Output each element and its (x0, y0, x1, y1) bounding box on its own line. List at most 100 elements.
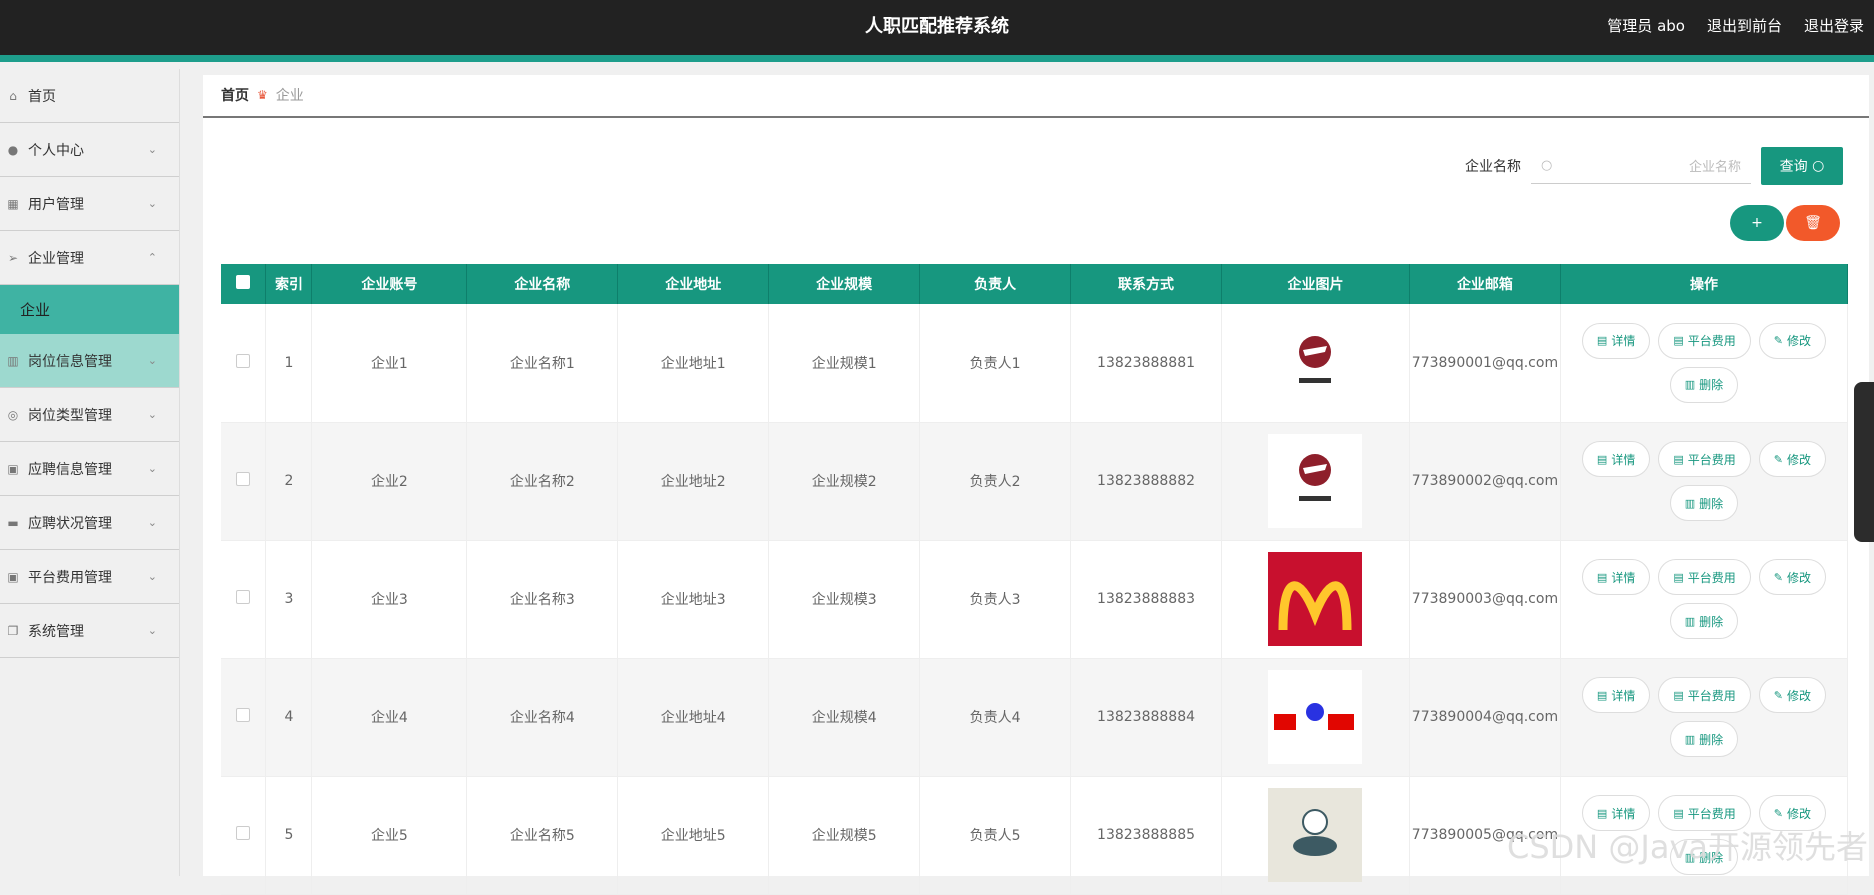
sidebar-item-label: 企业管理 (28, 248, 84, 268)
cell-logo (1222, 422, 1410, 540)
add-button[interactable]: + (1730, 205, 1784, 241)
detail-button[interactable]: ▤详情 (1582, 677, 1650, 713)
cell-email: 773890003@qq.com (1409, 540, 1560, 658)
detail-button[interactable]: ▤详情 (1582, 559, 1650, 595)
table-row: 3 企业3 企业名称3 企业地址3 企业规模3 负责人3 13823888883… (221, 540, 1848, 658)
fee-button[interactable]: ▤平台费用 (1658, 323, 1750, 359)
app-title: 人职匹配推荐系统 (0, 12, 1874, 38)
cell-name: 企业名称4 (467, 658, 618, 776)
document-icon: ▤ (1597, 453, 1607, 466)
select-all-header[interactable] (221, 264, 266, 304)
trash-icon: ▥ (1685, 733, 1695, 746)
row-actions: ▤详情 ▤平台费用 ✎修改 ▥删除 (1574, 323, 1834, 403)
row-checkbox[interactable] (236, 708, 250, 722)
document-icon: ▤ (1673, 334, 1683, 347)
cell-address: 企业地址2 (618, 422, 769, 540)
document-icon: ▤ (1597, 571, 1607, 584)
sidebar-subitem-enterprise[interactable]: 企业 (0, 285, 179, 334)
search-icon: ○ (1808, 158, 1825, 174)
sidebar-item-home[interactable]: ⌂ 首页 (0, 69, 179, 123)
cell-index: 5 (266, 776, 312, 894)
table-row: 1 企业1 企业名称1 企业地址1 企业规模1 负责人1 13823888881… (221, 304, 1848, 422)
grid-icon: ▦ (6, 197, 20, 211)
table-row: 2 企业2 企业名称2 企业地址2 企业规模2 负责人2 13823888882… (221, 422, 1848, 540)
sidebar-item-job-type[interactable]: ◎ 岗位类型管理 ⌄ (0, 388, 179, 442)
cell-index: 3 (266, 540, 312, 658)
cell-account: 企业4 (312, 658, 467, 776)
copy-icon: ❐ (6, 624, 20, 638)
search-input[interactable]: ○ 企业名称 (1531, 148, 1751, 184)
delete-button[interactable]: ▥删除 (1670, 367, 1738, 403)
enterprise-table: 索引 企业账号 企业名称 企业地址 企业规模 负责人 联系方式 企业图片 企业邮… (221, 264, 1848, 895)
cell-index: 4 (266, 658, 312, 776)
edit-button[interactable]: ✎修改 (1759, 441, 1826, 477)
delete-button[interactable]: ▥删除 (1670, 603, 1738, 639)
fee-button[interactable]: ▤平台费用 (1658, 559, 1750, 595)
cell-scale: 企业规模2 (769, 422, 920, 540)
fee-button[interactable]: ▤ 平台费用 (1658, 441, 1750, 477)
sidebar-item-enterprise[interactable]: ➢ 企业管理 ⌃ (0, 231, 179, 285)
delete-button[interactable]: ▥ 删除 (1670, 721, 1738, 757)
fee-label: 平台费用 (1688, 451, 1736, 468)
logout-link[interactable]: 退出登录 (1804, 15, 1864, 36)
search-placeholder: 企业名称 (1689, 156, 1741, 175)
admin-name: 管理员 abo (1607, 15, 1685, 36)
cell-ops: ▤ 详情 ▤ 平台费用 ✎修改 ▥删除 (1560, 422, 1847, 540)
row-checkbox[interactable] (236, 826, 250, 840)
delete-label: 删除 (1699, 495, 1723, 512)
sidebar-item-platform-fee[interactable]: ▣ 平台费用管理 ⌄ (0, 550, 179, 604)
detail-button[interactable]: ▤详情 (1582, 323, 1650, 359)
fee-button[interactable]: ▤平台费用 (1658, 677, 1750, 713)
edit-button[interactable]: ✎修改 (1759, 323, 1826, 359)
detail-label: 详情 (1611, 451, 1635, 468)
row-checkbox[interactable] (236, 354, 250, 368)
sidebar-item-system[interactable]: ❐ 系统管理 ⌄ (0, 604, 179, 658)
delete-button[interactable]: ▥删除 (1670, 485, 1738, 521)
cell-name: 企业名称3 (467, 540, 618, 658)
sidebar-item-label: 平台费用管理 (28, 567, 112, 587)
detail-label: 详情 (1611, 687, 1635, 704)
breadcrumb-current: 企业 (276, 85, 304, 105)
search-button[interactable]: 查询 ○ (1761, 147, 1843, 185)
tongjian-logo (1268, 434, 1362, 528)
cell-phone: 13823888885 (1071, 776, 1222, 894)
row-checkbox[interactable] (236, 590, 250, 604)
column-header: 企业地址 (618, 264, 769, 304)
sidebar-item-application-status[interactable]: ▬ 应聘状况管理 ⌄ (0, 496, 179, 550)
breadcrumb: 首页 ♛ 企业 (221, 85, 304, 105)
trash-icon: 🗑 (1804, 215, 1822, 231)
trash-icon: ▥ (1685, 615, 1695, 628)
cell-logo (1222, 304, 1410, 422)
table-row: 4 企业4 企业名称4 企业地址4 企业规模4 负责人4 13823888884… (221, 658, 1848, 776)
pencil-icon: ✎ (1774, 453, 1783, 466)
sidebar-item-job-info[interactable]: ▥ 岗位信息管理 ⌄ (0, 334, 179, 388)
sidebar-item-application-info[interactable]: ▣ 应聘信息管理 ⌄ (0, 442, 179, 496)
cell-ops: ▤详情 ▤平台费用 ✎修改 ▥删除 (1560, 540, 1847, 658)
fee-label: 平台费用 (1688, 805, 1736, 822)
document-icon: ▤ (1673, 453, 1683, 466)
cell-logo (1222, 658, 1410, 776)
chevron-down-icon: ⌄ (148, 143, 157, 156)
home-icon: ⌂ (6, 89, 20, 103)
detail-button[interactable]: ▤ 详情 (1582, 441, 1650, 477)
delete-label: 删除 (1699, 731, 1723, 748)
to-front-link[interactable]: 退出到前台 (1707, 15, 1782, 36)
edit-label: 修改 (1787, 805, 1811, 822)
chevron-down-icon: ⌄ (148, 462, 157, 475)
row-checkbox[interactable] (236, 472, 250, 486)
sidebar-item-users[interactable]: ▦ 用户管理 ⌄ (0, 177, 179, 231)
pencil-icon: ✎ (1774, 807, 1783, 820)
edit-button[interactable]: ✎修改 (1759, 677, 1826, 713)
breadcrumb-home[interactable]: 首页 (221, 85, 249, 105)
batch-delete-button[interactable]: 🗑 (1786, 205, 1840, 241)
cell-scale: 企业规模5 (769, 776, 920, 894)
top-bar: 人职匹配推荐系统 管理员 abo 退出到前台 退出登录 (0, 0, 1874, 62)
select-all-checkbox[interactable] (236, 275, 250, 289)
chevron-down-icon: ⌄ (148, 197, 157, 210)
floating-side-tab[interactable] (1854, 382, 1874, 542)
chevron-down-icon: ⌄ (148, 570, 157, 583)
sidebar-item-personal[interactable]: ● 个人中心 ⌄ (0, 123, 179, 177)
sidebar-item-label: 首页 (28, 86, 56, 106)
edit-button[interactable]: ✎修改 (1759, 559, 1826, 595)
sidebar: ⌂ 首页 ● 个人中心 ⌄ ▦ 用户管理 ⌄ ➢ 企业管理 ⌃ 企业 ▥ 岗位信… (0, 69, 180, 876)
